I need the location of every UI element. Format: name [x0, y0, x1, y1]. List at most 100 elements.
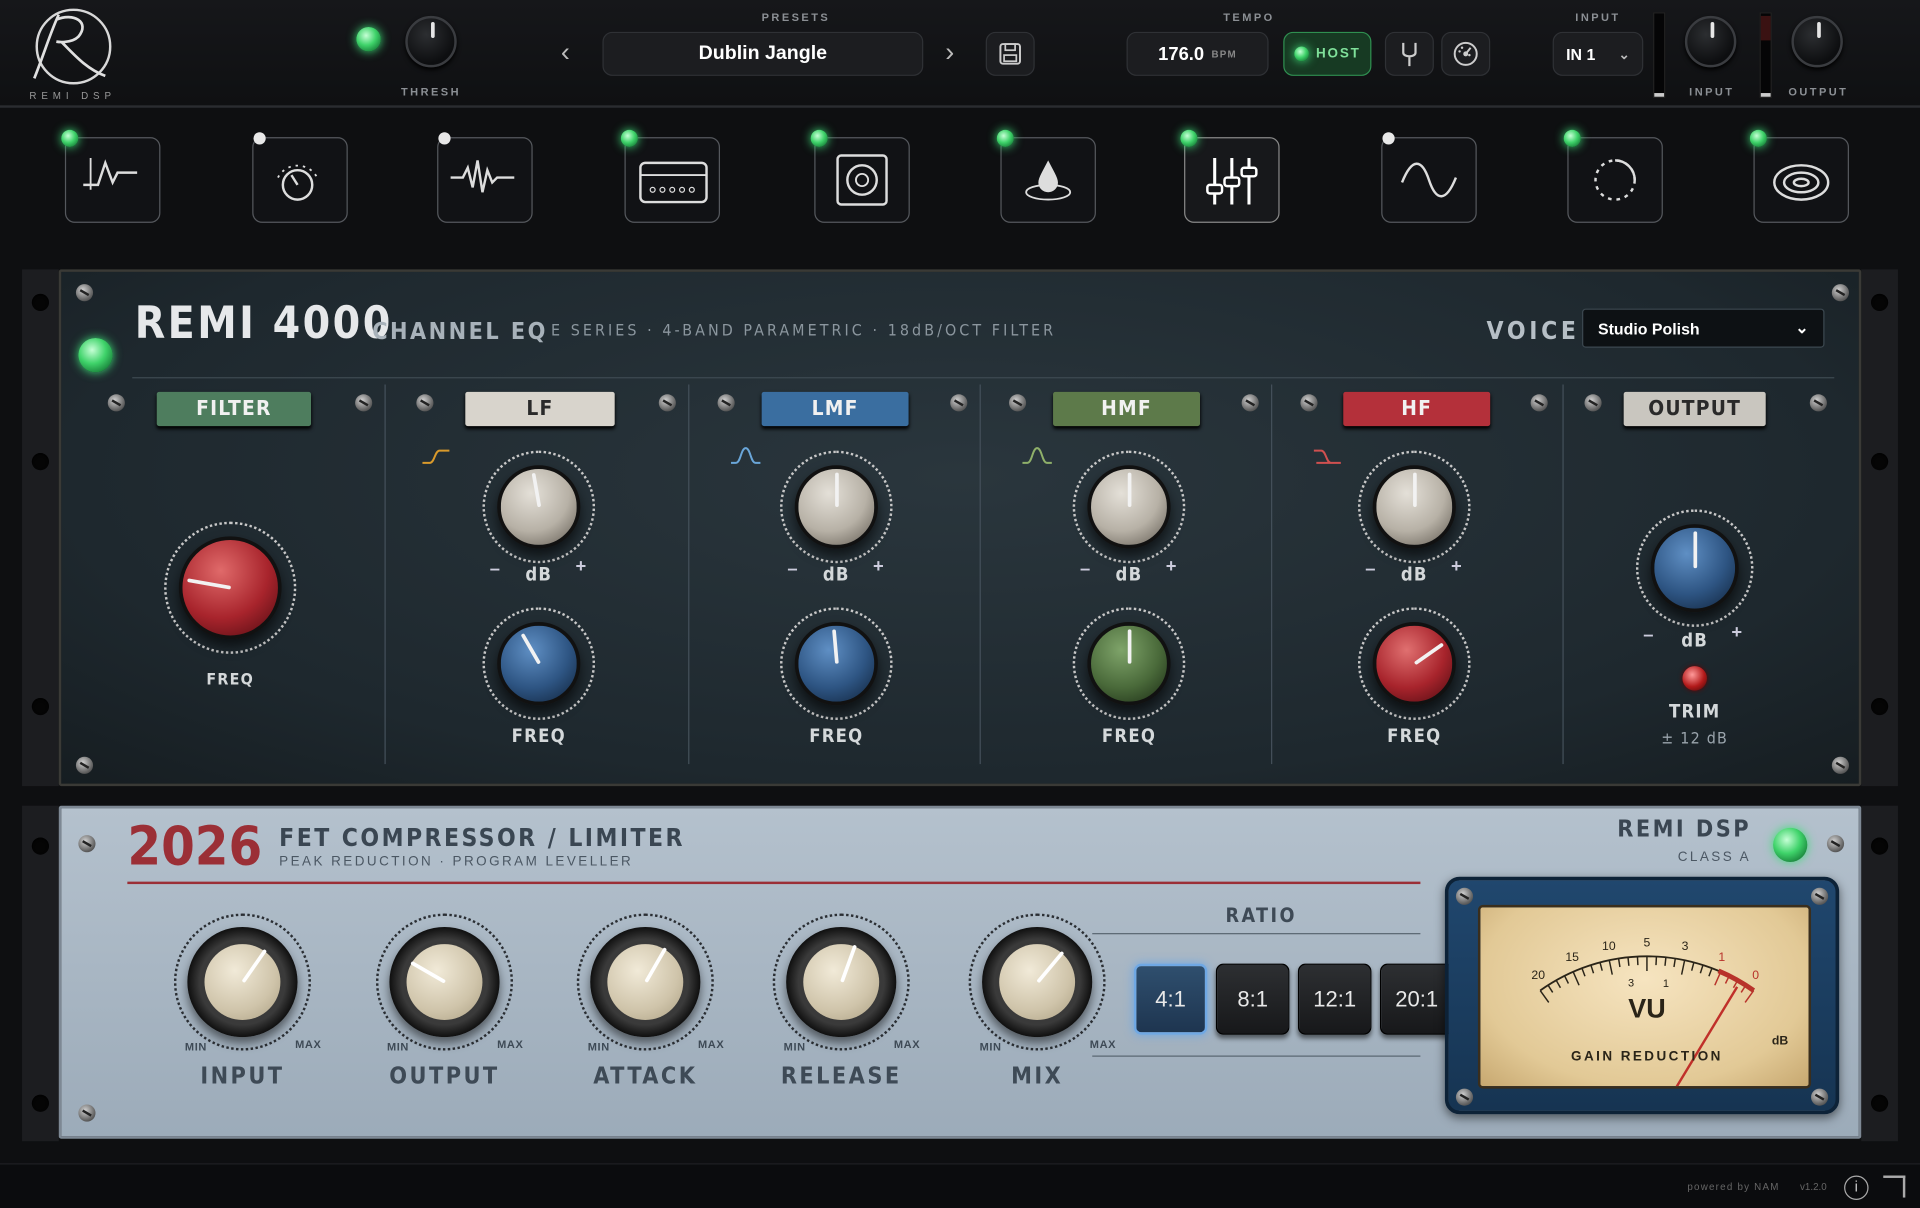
- voice-dropdown[interactable]: Studio Polish ⌄: [1582, 308, 1825, 348]
- rack-ear-right: [1861, 269, 1898, 787]
- band-hf-freq-knob[interactable]: [1372, 622, 1456, 706]
- module-slot-6[interactable]: [1000, 137, 1096, 223]
- module-led-7[interactable]: [1180, 129, 1198, 147]
- band-lmf-tag: LMF: [761, 391, 909, 427]
- rack-ear-left: [22, 269, 59, 787]
- band-divider: [979, 384, 981, 765]
- save-icon: [999, 43, 1021, 65]
- module-slot-7[interactable]: [1184, 137, 1280, 223]
- voice-label: VOICE: [1486, 315, 1580, 346]
- band-lmf-db-label: dB: [822, 563, 850, 586]
- band-hf-tag: HF: [1343, 391, 1491, 427]
- tuner-button[interactable]: [1384, 31, 1434, 76]
- comp-input-knob[interactable]: [187, 926, 298, 1038]
- output-gain-knob[interactable]: [1650, 524, 1739, 613]
- module-slot-4[interactable]: [624, 137, 721, 223]
- band-screw: [416, 394, 434, 412]
- next-preset-icon[interactable]: ›: [945, 37, 954, 69]
- module-led-9[interactable]: [1563, 129, 1581, 147]
- knob-max-label: MAX: [893, 1038, 921, 1051]
- band-hmf-gain-knob[interactable]: [1087, 465, 1171, 549]
- info-icon[interactable]: i: [1844, 1175, 1869, 1201]
- comp-title: FET COMPRESSOR / LIMITER: [279, 822, 685, 853]
- band-hmf-freq-label: FREQ: [1101, 724, 1157, 747]
- comp-class: CLASS A: [1677, 849, 1752, 865]
- ratio-button-12-1[interactable]: 12:1: [1297, 963, 1372, 1035]
- chevron-down-icon: ⌄: [1618, 47, 1630, 62]
- comp-output-knob[interactable]: [389, 926, 500, 1038]
- module-led-10[interactable]: [1749, 129, 1767, 147]
- knob-min-label: MIN: [184, 1040, 207, 1054]
- eq-power-led[interactable]: [78, 337, 113, 373]
- save-preset-button[interactable]: [985, 31, 1035, 76]
- module-led-8[interactable]: [1382, 132, 1395, 145]
- band-hmf-freq-knob[interactable]: [1087, 622, 1171, 706]
- band-hf-freq-label: FREQ: [1387, 724, 1442, 747]
- band-lf-gain-knob[interactable]: [497, 465, 581, 549]
- vu-unit: dB: [1771, 1034, 1789, 1049]
- knob-min-label: MIN: [783, 1040, 806, 1054]
- thresh-led[interactable]: [356, 26, 381, 52]
- ratio-button-8-1[interactable]: 8:1: [1215, 963, 1290, 1035]
- comp-release-knob[interactable]: [786, 926, 897, 1038]
- rack-ear-right: [1861, 805, 1898, 1142]
- comp-power-led[interactable]: [1773, 827, 1808, 863]
- band-lf-freq-knob[interactable]: [497, 622, 581, 706]
- input-gain-knob[interactable]: [1684, 15, 1737, 68]
- output-gain-knob[interactable]: [1791, 15, 1843, 68]
- host-led: [1293, 46, 1309, 62]
- eq-subtitle: CHANNEL EQ: [372, 318, 548, 346]
- module-slot-9[interactable]: [1567, 137, 1663, 223]
- input-select[interactable]: IN 1 ⌄: [1552, 31, 1644, 76]
- thresh-knob[interactable]: [405, 15, 457, 68]
- rack-ear-left: [22, 805, 59, 1142]
- filter-freq-knob[interactable]: [178, 536, 282, 640]
- module-led-6[interactable]: [996, 129, 1014, 147]
- band-lmf-freq-knob[interactable]: [794, 622, 878, 706]
- vu-scale-label: 20: [1531, 968, 1545, 982]
- vu-inner-label: 3: [1628, 978, 1634, 990]
- metronome-button[interactable]: [1441, 31, 1491, 76]
- output-plus: +: [1731, 622, 1743, 643]
- module-slot-2[interactable]: [252, 137, 348, 223]
- host-sync-button[interactable]: HOST: [1283, 31, 1372, 76]
- module-led-2[interactable]: [253, 132, 266, 145]
- module-slot-8[interactable]: [1381, 137, 1477, 223]
- module-slot-1[interactable]: [64, 137, 161, 223]
- module-led-1[interactable]: [61, 129, 79, 147]
- comp-mix-knob[interactable]: [982, 926, 1093, 1038]
- input-section-label: INPUT: [1575, 11, 1621, 24]
- knob-max-label: MAX: [697, 1038, 725, 1051]
- ratio-button-4-1[interactable]: 4:1: [1133, 963, 1208, 1035]
- tempo-field[interactable]: 176.0 BPM: [1126, 31, 1269, 76]
- module-led-3[interactable]: [438, 132, 451, 145]
- ratio-button-20-1[interactable]: 20:1: [1380, 963, 1454, 1035]
- module-led-4[interactable]: [620, 129, 638, 147]
- tempo-unit: BPM: [1211, 48, 1237, 60]
- logo-mark-icon: [33, 8, 112, 85]
- module-led-5[interactable]: [810, 129, 828, 147]
- band-lmf-gain-knob[interactable]: [794, 465, 878, 549]
- band-screw: [717, 394, 735, 412]
- preset-name-field[interactable]: Dublin Jangle: [602, 31, 924, 76]
- compressor-rack-unit: 2026 FET COMPRESSOR / LIMITER PEAK REDUC…: [22, 805, 1898, 1142]
- tempo-value: 176.0: [1158, 43, 1205, 65]
- comp-attack-knob[interactable]: [590, 926, 701, 1038]
- band-hf-gain-knob[interactable]: [1372, 465, 1456, 549]
- band-lmf-freq-label: FREQ: [809, 724, 864, 747]
- module-slot-5[interactable]: [814, 137, 910, 223]
- band-hf-minus: –: [1365, 558, 1376, 580]
- logo: REMI DSP: [24, 5, 117, 103]
- band-hmf-minus: –: [1080, 558, 1091, 580]
- band-lmf-plus: +: [873, 555, 884, 577]
- delay-icon: [1594, 159, 1636, 201]
- resize-icon[interactable]: [1883, 1175, 1906, 1198]
- ratio-rule-bottom: [1092, 1055, 1421, 1057]
- module-slot-10[interactable]: [1753, 137, 1849, 223]
- drop-icon: [1025, 160, 1072, 201]
- band-lf-db-label: dB: [525, 563, 553, 586]
- module-slot-3[interactable]: [437, 137, 533, 223]
- band-hmf-db-label: dB: [1115, 563, 1143, 586]
- trim-led[interactable]: [1682, 666, 1707, 691]
- prev-preset-icon[interactable]: ‹: [561, 37, 570, 69]
